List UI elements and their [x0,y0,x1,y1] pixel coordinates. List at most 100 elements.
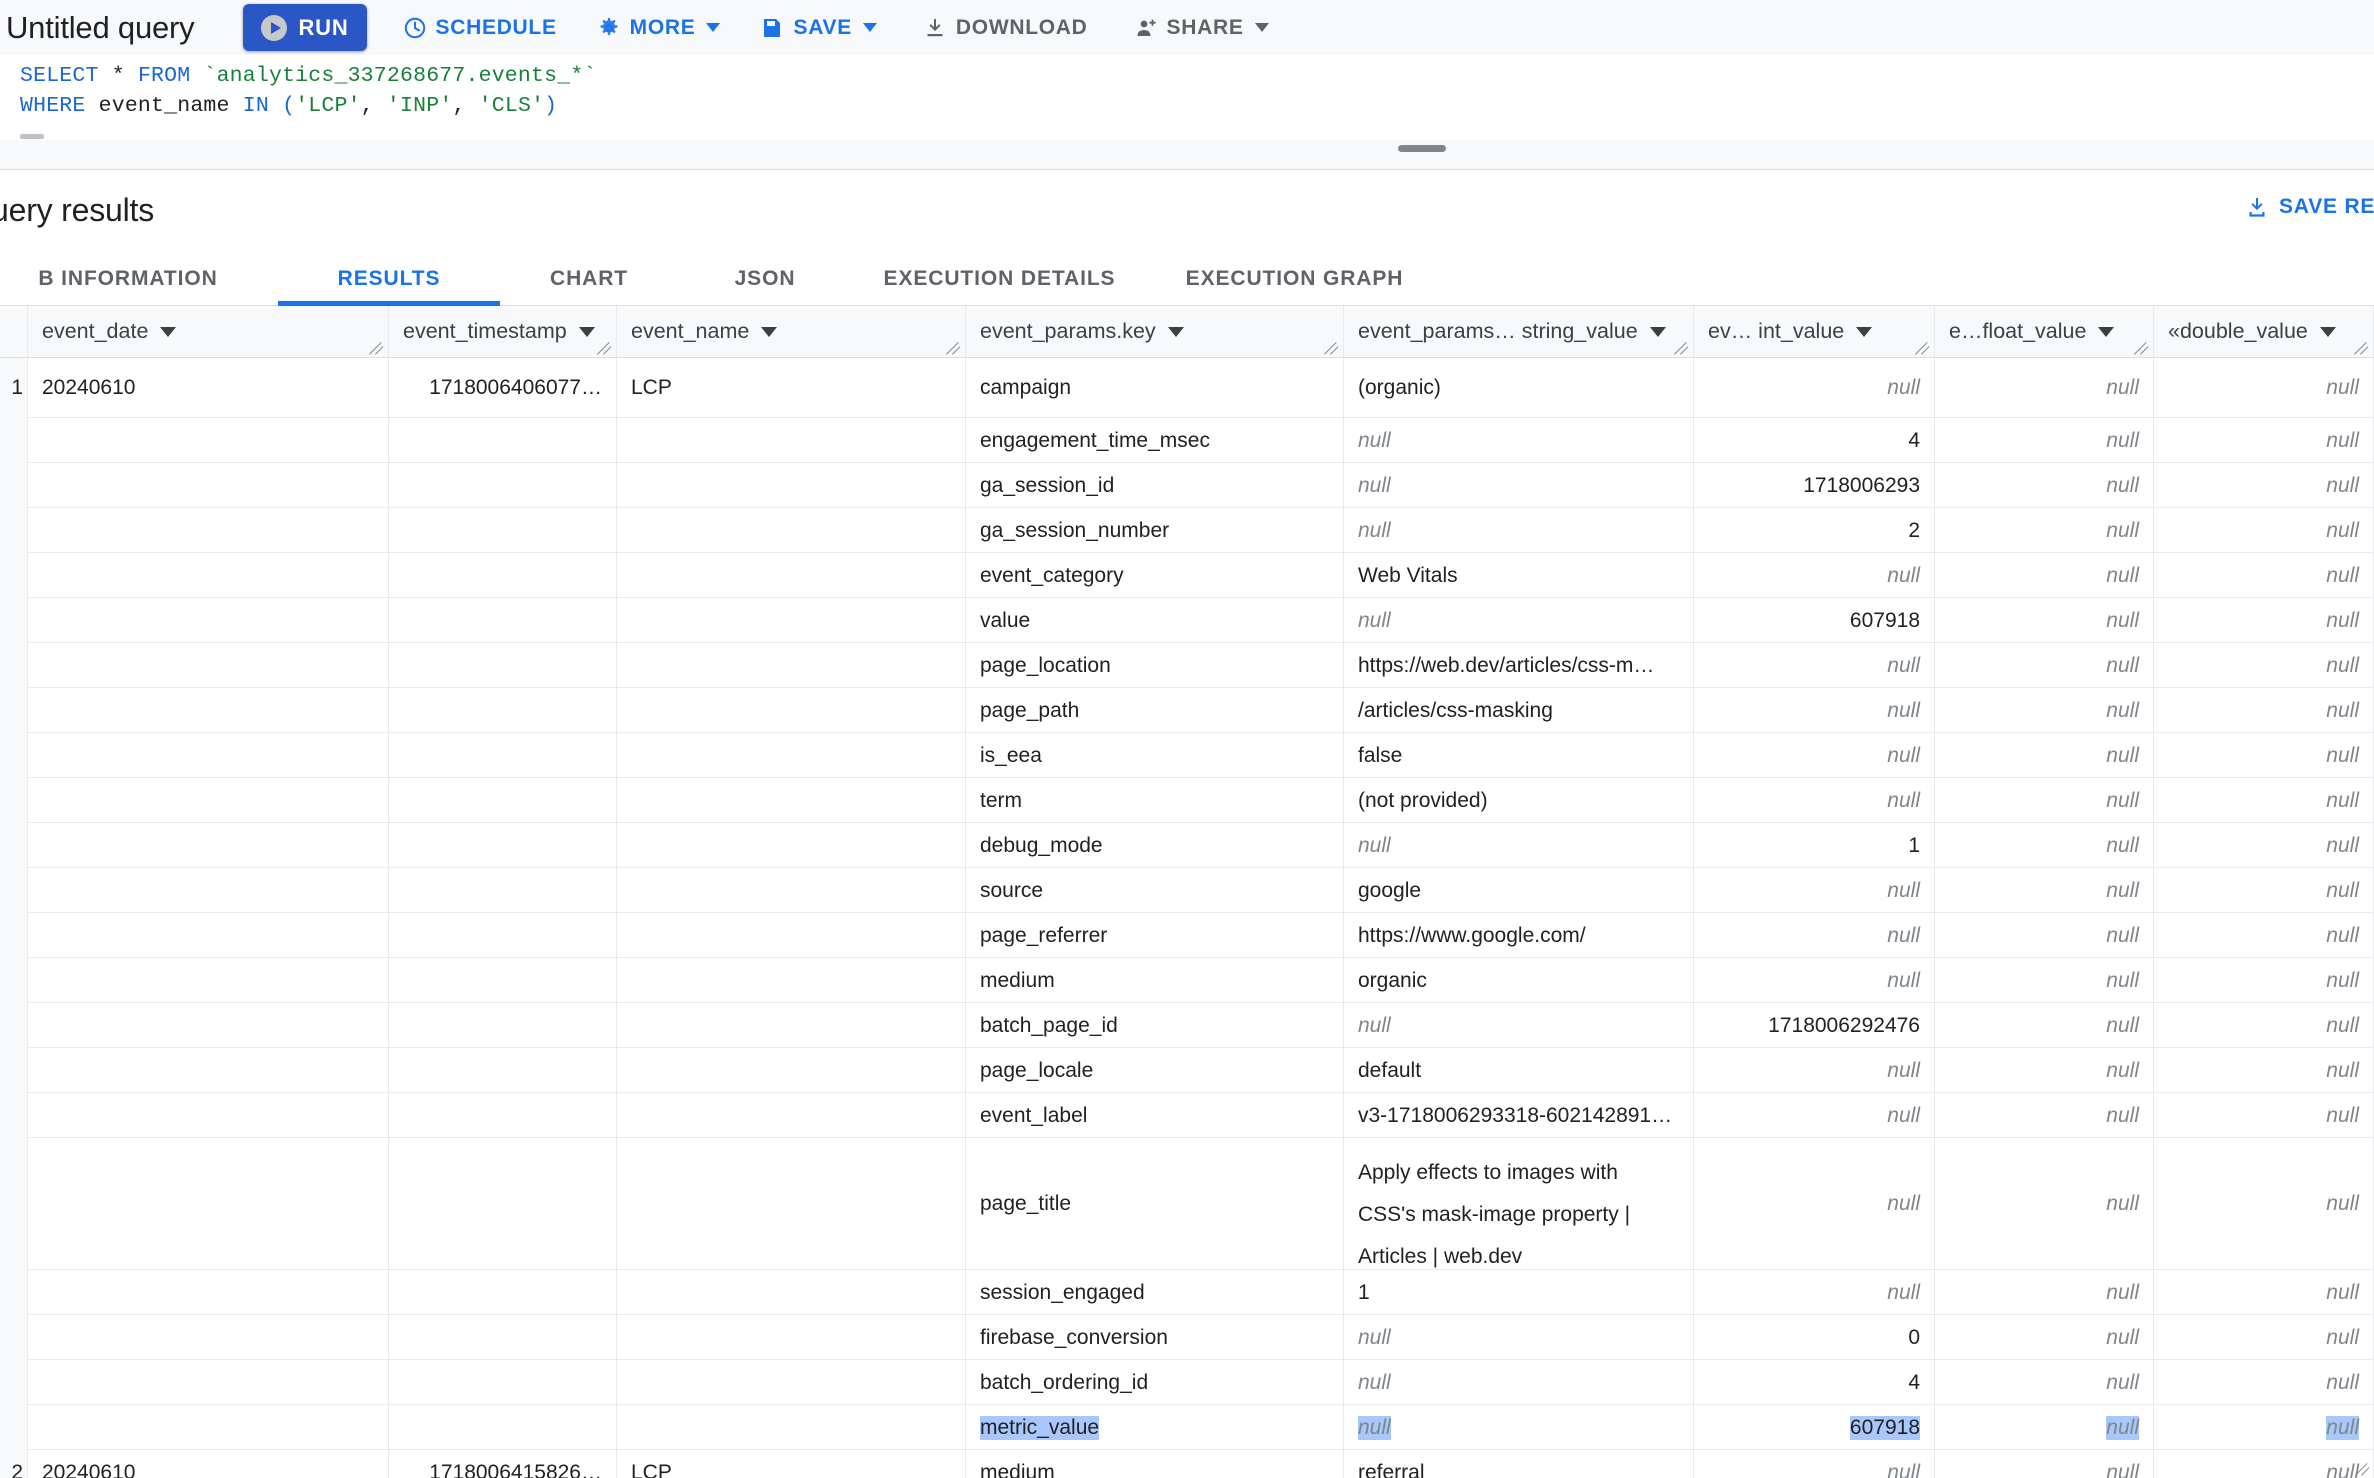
more-button[interactable]: MORE [583,7,735,48]
cell-key[interactable]: medium [966,958,1344,1003]
cell-event-date[interactable] [28,643,389,688]
results-grid[interactable]: event_date event_timestamp event_name event… [0,306,2374,1478]
cell-double-value[interactable]: null [2154,913,2374,958]
cell-event-timestamp[interactable] [389,463,617,508]
query-title[interactable]: Untitled query [6,10,195,46]
cell-event-date[interactable] [28,733,389,778]
cell-float-value[interactable]: null [1935,1360,2154,1405]
table-row[interactable]: term (not provided) null null null [0,778,2374,823]
table-row[interactable]: session_engaged 1 null null null [0,1270,2374,1315]
chevron-down-icon[interactable] [578,326,595,337]
cell-event-name[interactable]: LCP [617,1450,966,1478]
chevron-down-icon[interactable] [1649,326,1666,337]
cell-double-value[interactable]: null [2154,1270,2374,1315]
column-header-ev-int-value[interactable]: ev… int_value [1694,306,1935,357]
cell-event-name[interactable] [617,1315,966,1360]
cell-key[interactable]: event_category [966,553,1344,598]
cell-event-name[interactable] [617,688,966,733]
tab-json[interactable]: JSON [678,252,852,306]
table-row[interactable]: event_label v3-1718006293318-602142891… nu… [0,1093,2374,1138]
table-row[interactable]: page_location https://web.dev/articles/cs… [0,643,2374,688]
cell-double-value[interactable]: null [2154,868,2374,913]
cell-event-name[interactable] [617,598,966,643]
cell-int-value[interactable]: null [1694,913,1935,958]
cell-int-value[interactable]: null [1694,358,1935,418]
cell-event-name[interactable] [617,553,966,598]
cell-int-value[interactable]: null [1694,1270,1935,1315]
table-row[interactable]: page_title Apply effects to images with C… [0,1138,2374,1270]
cell-event-date[interactable]: 20240610 [28,1450,389,1478]
cell-event-timestamp[interactable] [389,1270,617,1315]
cell-string-value[interactable]: /articles/css-masking [1344,688,1694,733]
table-row[interactable]: batch_page_id null 1718006292476 null null [0,1003,2374,1048]
table-row[interactable]: source google null null null [0,868,2374,913]
cell-event-timestamp[interactable] [389,1315,617,1360]
cell-double-value[interactable]: null [2154,958,2374,1003]
cell-int-value[interactable]: 4 [1694,1360,1935,1405]
cell-string-value[interactable]: 1 [1344,1270,1694,1315]
cell-key[interactable]: debug_mode [966,823,1344,868]
table-row[interactable]: ga_session_id null 1718006293 null null [0,463,2374,508]
cell-string-value[interactable]: false [1344,733,1694,778]
column-header-event-name[interactable]: event_name [617,306,966,357]
table-row[interactable]: page_path/articles/css-masking null null nu… [0,688,2374,733]
column-header-event-date[interactable]: event_date [28,306,389,357]
chevron-down-icon[interactable] [1167,326,1184,337]
cell-event-name[interactable] [617,868,966,913]
cell-event-date[interactable] [28,1405,389,1450]
cell-float-value[interactable]: null [1935,508,2154,553]
cell-string-value[interactable]: null [1344,508,1694,553]
cell-event-timestamp[interactable] [389,733,617,778]
tab-results[interactable]: RESULTS [278,252,500,306]
cell-key[interactable]: engagement_time_msec [966,418,1344,463]
cell-event-date[interactable] [28,1360,389,1405]
table-row[interactable]: value null 607918 null null [0,598,2374,643]
cell-string-value[interactable]: Apply effects to images with CSS's mask-… [1344,1138,1694,1270]
cell-int-value[interactable]: 607918 [1694,598,1935,643]
tab-b-information[interactable]: B INFORMATION [0,252,278,306]
cell-key[interactable]: firebase_conversion [966,1315,1344,1360]
cell-double-value[interactable]: null [2154,1093,2374,1138]
cell-float-value[interactable]: null [1935,688,2154,733]
cell-int-value[interactable]: null [1694,958,1935,1003]
cell-string-value[interactable]: null [1344,1315,1694,1360]
cell-int-value[interactable]: null [1694,1138,1935,1270]
cell-event-timestamp[interactable] [389,823,617,868]
cell-event-date[interactable] [28,823,389,868]
sql-editor[interactable]: SELECT * FROM `analytics_337268677.event… [0,55,2374,135]
cell-double-value[interactable]: null [2154,418,2374,463]
table-row[interactable]: engagement_time_msec null 4 null null [0,418,2374,463]
cell-string-value[interactable]: null [1344,1360,1694,1405]
cell-event-timestamp[interactable]: 1718006415826… [389,1450,617,1478]
table-row[interactable]: event_category Web Vitals null null null [0,553,2374,598]
cell-double-value[interactable]: null [2154,358,2374,418]
cell-double-value[interactable]: null [2154,598,2374,643]
cell-event-date[interactable] [28,913,389,958]
cell-event-date[interactable] [28,508,389,553]
cell-event-date[interactable] [28,418,389,463]
cell-key[interactable]: medium [966,1450,1344,1478]
chevron-down-icon[interactable] [2098,326,2115,337]
cell-int-value[interactable]: null [1694,1093,1935,1138]
cell-event-name[interactable] [617,823,966,868]
cell-event-name[interactable] [617,958,966,1003]
table-row[interactable]: firebase_conversion null 0 null null [0,1315,2374,1360]
cell-event-date[interactable] [28,1003,389,1048]
cell-event-date[interactable] [28,958,389,1003]
cell-key[interactable]: session_engaged [966,1270,1344,1315]
share-button[interactable]: SHARE [1120,7,1283,48]
cell-string-value[interactable]: null [1344,1003,1694,1048]
cell-float-value[interactable]: null [1935,1003,2154,1048]
chevron-down-icon[interactable] [2319,326,2336,337]
cell-string-value[interactable]: default [1344,1048,1694,1093]
schedule-button[interactable]: SCHEDULE [389,7,571,48]
cell-event-timestamp[interactable] [389,913,617,958]
cell-event-date[interactable] [28,598,389,643]
cell-key[interactable]: source [966,868,1344,913]
cell-key[interactable]: page_path [966,688,1344,733]
cell-double-value[interactable]: null [2154,463,2374,508]
cell-int-value[interactable]: 1 [1694,823,1935,868]
table-row[interactable]: 1 20240610 1718006406077… LCP campaign (organ… [0,358,2374,418]
cell-double-value[interactable]: null [2154,643,2374,688]
cell-double-value[interactable]: null [2154,553,2374,598]
